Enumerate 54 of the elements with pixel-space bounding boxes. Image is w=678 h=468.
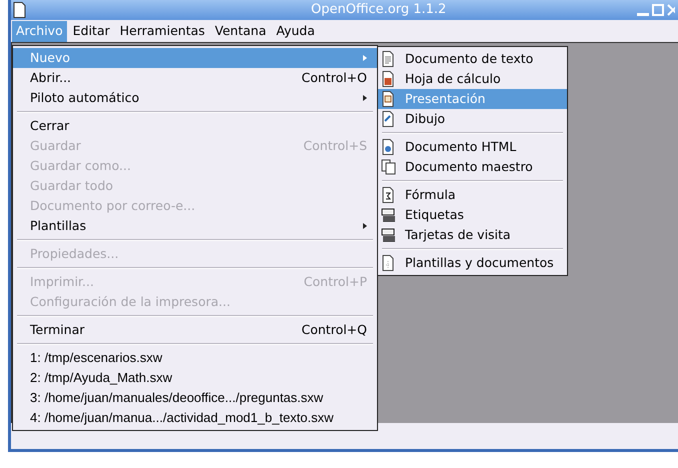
menu-entry-label: Fórmula	[405, 186, 456, 204]
menu-entry-label: Documento de texto	[405, 50, 534, 68]
menu-entry[interactable]: Terminar Control+Q	[13, 320, 377, 340]
menu-entry-label: 2: /tmp/Ayuda_Math.sxw	[30, 369, 172, 388]
menu-entry[interactable]: Dibujo	[378, 109, 567, 129]
menu-entry[interactable]: Fórmula	[378, 185, 567, 205]
menu-entry-label: Abrir...	[30, 68, 72, 87]
menu-entry-label: Etiquetas	[405, 206, 464, 224]
shortcut-label: Control+Q	[302, 320, 367, 339]
menu-entry[interactable]: Documento HTML	[378, 137, 567, 157]
menu-entry-label: Dibujo	[405, 110, 446, 128]
menu-entry[interactable]: Abrir... Control+O	[13, 68, 377, 88]
menu-entry-label: Configuración de la impresora...	[30, 292, 230, 311]
menu-entry-label: Cerrar	[30, 116, 70, 135]
menu-item[interactable]: Ventana	[210, 20, 270, 42]
menu-entry-label: Presentación	[405, 90, 486, 108]
menu-entry-label: Documento por correo-e...	[30, 196, 196, 215]
menu-entry[interactable]: Documento maestro	[378, 157, 567, 177]
menu-entry[interactable]: 1: /tmp/escenarios.sxw	[13, 348, 377, 368]
menu-entry[interactable]: Plantillas	[13, 216, 377, 236]
menu-entry-label: Nuevo	[30, 48, 70, 67]
menu-entry-label: Hoja de cálculo	[405, 70, 501, 88]
menu-entry[interactable]: Etiquetas	[378, 205, 567, 225]
menu-entry[interactable]: 2: /tmp/Ayuda_Math.sxw	[13, 368, 377, 388]
menu-entry-label: Propiedades...	[30, 244, 119, 263]
menu-entry[interactable]: Documento de texto	[378, 49, 567, 69]
menu-entry[interactable]: Hoja de cálculo	[378, 69, 567, 89]
menu-entry-label: 1: /tmp/escenarios.sxw	[30, 349, 162, 368]
menu-entry[interactable]: 4: /home/juan/manua.../actividad_mod1_b_texto.sxw	[13, 408, 377, 428]
shortcut-label: Control+P	[304, 272, 367, 291]
menu-entry-label: Tarjetas de visita	[405, 226, 511, 244]
menu-item[interactable]: Ayuda	[272, 20, 319, 42]
menu-entry-label: 4: /home/juan/manua.../actividad_mod1_b_texto.sxw	[30, 409, 334, 428]
menu-entry[interactable]: Tarjetas de visita	[378, 225, 567, 245]
menu-entry-label: Imprimir...	[30, 272, 94, 291]
shortcut-label: Control+S	[303, 136, 367, 155]
menu-entry-label: Plantillas	[30, 216, 86, 235]
menu-entry[interactable]: Cerrar	[13, 116, 377, 136]
menu-entry[interactable]: 3: /home/juan/manuales/deooffice.../preguntas.sxw	[13, 388, 377, 408]
menu-entry[interactable]: Piloto automático	[13, 88, 377, 108]
menu-item[interactable]: Editar	[68, 20, 114, 42]
menu-entry-label: Plantillas y documentos	[405, 254, 554, 272]
menu-entry-label: Piloto automático	[30, 88, 140, 107]
menu-entry-label: Guardar como...	[30, 156, 131, 175]
window-title: OpenOffice.org 1.1.2	[311, 1, 446, 20]
menu-entry-label: 3: /home/juan/manuales/deooffice.../preguntas.sxw	[30, 389, 324, 408]
menu-entry[interactable]: Plantillas y documentos	[378, 253, 567, 273]
shortcut-label: Control+O	[302, 68, 367, 87]
menu-entry-label: Documento HTML	[405, 138, 516, 156]
menu-item[interactable]: Herramientas	[116, 20, 209, 42]
menu-entry-label: Documento maestro	[405, 158, 533, 176]
menu-entry-label: Terminar	[30, 320, 84, 339]
menu-entry-label: Guardar todo	[30, 176, 114, 195]
menu-entry-label: Guardar	[30, 136, 81, 155]
